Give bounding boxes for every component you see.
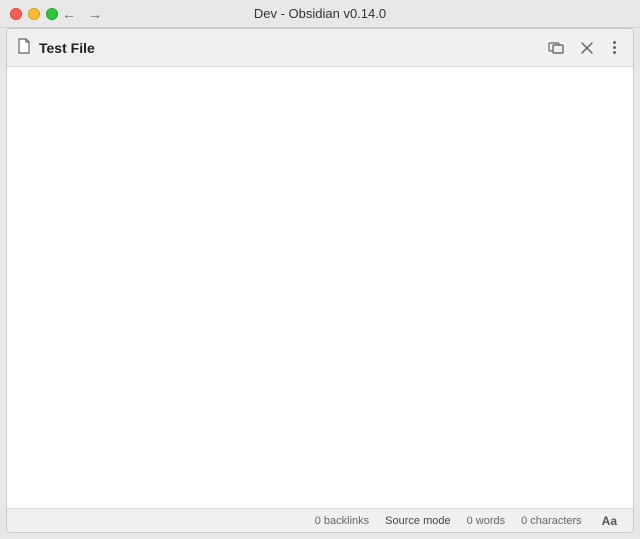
maximize-button[interactable] (46, 8, 58, 20)
dots-icon (610, 37, 619, 58)
toolbar: Test File (7, 29, 633, 67)
toolbar-right (544, 33, 623, 62)
document-icon (17, 38, 31, 57)
close-pane-button[interactable] (576, 37, 598, 59)
font-settings-button[interactable]: Aa (598, 510, 621, 532)
editor-area[interactable] (7, 67, 633, 508)
word-count: 0 words (467, 515, 506, 527)
status-bar: 0 backlinks Source mode 0 words 0 charac… (7, 508, 633, 532)
back-button[interactable]: ← (58, 4, 80, 24)
title-bar: ← → Dev - Obsidian v0.14.0 (0, 0, 640, 28)
open-linked-files-button[interactable] (544, 36, 568, 60)
backlinks-count: 0 backlinks (315, 515, 369, 527)
minimize-button[interactable] (28, 8, 40, 20)
forward-button[interactable]: → (84, 4, 106, 24)
source-mode-indicator[interactable]: Source mode (385, 515, 450, 527)
toolbar-left: Test File (17, 38, 95, 57)
window-title: Dev - Obsidian v0.14.0 (254, 6, 386, 21)
character-count: 0 characters (521, 515, 582, 527)
traffic-lights (10, 8, 58, 20)
main-window: Test File (6, 28, 634, 533)
nav-buttons: ← → (58, 4, 106, 24)
more-options-button[interactable] (606, 33, 623, 62)
close-button[interactable] (10, 8, 22, 20)
file-title: Test File (39, 40, 95, 56)
